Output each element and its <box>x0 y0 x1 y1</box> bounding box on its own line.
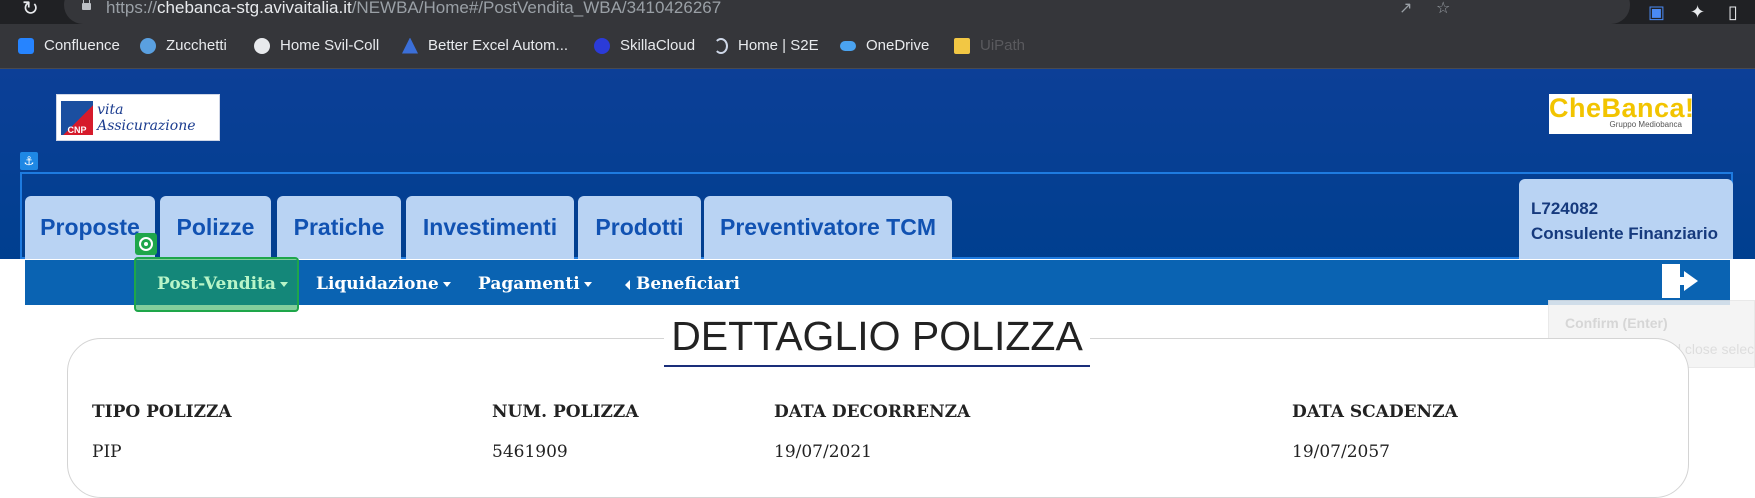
field-value-data-decorrenza: 19/07/2021 <box>774 442 872 462</box>
menu-label: Beneficiari <box>636 274 740 294</box>
bookmark-confluence[interactable]: Confluence <box>18 37 120 54</box>
tab-prodotti[interactable]: Prodotti <box>578 196 701 259</box>
page-title: DETTAGLIO POLIZZA <box>671 313 1083 359</box>
bookmark-better-excel[interactable]: Better Excel Autom... <box>402 37 568 54</box>
bookmark-label: Zucchetti <box>166 37 227 54</box>
bookmark-star-icon[interactable]: ☆ <box>1436 0 1450 17</box>
bookmark-label: SkillaCloud <box>620 37 696 54</box>
bookmark-skillacloud[interactable]: SkillaCloud <box>594 37 695 54</box>
field-label-tipo-polizza: TIPO POLIZZA <box>92 402 232 422</box>
chebanca-logo: CheBanca! Gruppo Mediobanca <box>1549 93 1695 134</box>
bookmark-home-s2e[interactable]: Home | S2E <box>714 37 819 54</box>
tab-polizze[interactable]: Polizze <box>160 196 271 259</box>
field-value-tipo-polizza: PIP <box>92 442 122 462</box>
menu-beneficiari[interactable]: Beneficiari <box>625 274 740 294</box>
address-bar[interactable]: https://chebanca-stg.avivaitalia.it/NEWB… <box>64 0 1630 24</box>
anchor-icon[interactable]: ⚓ <box>20 152 38 170</box>
tab-pratiche[interactable]: Pratiche <box>277 196 401 259</box>
s2e-icon <box>714 37 728 54</box>
bookmark-label: Better Excel Autom... <box>428 37 569 54</box>
cnp-vita-logo: CNP vita Assicurazione <box>56 94 220 141</box>
tab-label: Proposte <box>40 214 140 240</box>
confluence-icon <box>18 37 34 54</box>
chevron-down-icon <box>442 282 451 287</box>
tooltip-title: Confirm (Enter) <box>1565 315 1668 331</box>
field-label-data-decorrenza: DATA DECORRENZA <box>774 402 971 422</box>
url-text[interactable]: https://chebanca-stg.avivaitalia.it/NEWB… <box>106 0 721 18</box>
share-icon[interactable]: ↗ <box>1399 0 1412 17</box>
globe-icon <box>254 37 270 54</box>
logout-icon[interactable] <box>1660 264 1700 302</box>
tab-label: Prodotti <box>595 214 684 240</box>
field-value-data-scadenza: 19/07/2057 <box>1292 442 1390 462</box>
cnp-logo-mark: CNP <box>61 100 94 135</box>
user-code: L724082 <box>1531 199 1599 218</box>
bookmark-home-svil-coll[interactable]: Home Svil-Coll <box>254 37 379 54</box>
menu-label: Post-Vendita <box>157 274 276 294</box>
reload-icon[interactable]: ↻ <box>22 0 39 20</box>
field-label-num-polizza: NUM. POLIZZA <box>492 402 639 422</box>
bookmark-label: UiPath <box>980 37 1026 54</box>
sidebar-icon[interactable]: ▯ <box>1728 2 1738 23</box>
bookmark-label: OneDrive <box>866 37 930 54</box>
menu-label: Pagamenti <box>478 274 580 294</box>
user-info[interactable]: L724082 Consulente Finanziario <box>1519 179 1733 259</box>
page-title-wrap: DETTAGLIO POLIZZA <box>664 310 1090 367</box>
browser-toolbar: ↻ https://chebanca-stg.avivaitalia.it/NE… <box>0 0 1755 24</box>
bookmark-label: Home | S2E <box>738 37 819 54</box>
tab-investimenti[interactable]: Investimenti <box>406 196 574 259</box>
chevron-down-icon <box>583 282 592 287</box>
chebanca-logo-text: CheBanca! <box>1549 93 1695 123</box>
menu-liquidazione[interactable]: Liquidazione <box>316 274 451 294</box>
lock-icon[interactable] <box>82 0 91 10</box>
extensions-puzzle-icon[interactable]: ✦ <box>1690 2 1705 23</box>
bookmark-uipath[interactable]: UiPath <box>954 37 1025 54</box>
logout-arrow <box>1684 271 1698 291</box>
tab-preventivatore-tcm[interactable]: Preventivatore TCM <box>704 196 952 259</box>
zucchetti-icon <box>140 37 156 54</box>
bookmark-label: Home Svil-Coll <box>280 37 380 54</box>
menu-pagamenti[interactable]: Pagamenti <box>478 274 592 294</box>
folder-icon <box>954 37 970 54</box>
user-role: Consulente Finanziario <box>1531 224 1719 243</box>
menu-label: Liquidazione <box>316 274 439 294</box>
title-underline <box>664 365 1090 367</box>
extension-icon[interactable]: ▣ <box>1648 2 1665 23</box>
bookmark-onedrive[interactable]: OneDrive <box>840 37 929 54</box>
field-label-data-scadenza: DATA SCADENZA <box>1292 402 1458 422</box>
bookmark-label: Confluence <box>44 37 120 54</box>
tab-label: Pratiche <box>293 214 385 240</box>
chevron-left-icon <box>625 279 630 290</box>
bookmarks-bar: Confluence Zucchetti Home Svil-Coll Bett… <box>0 24 1755 69</box>
tab-label: Preventivatore TCM <box>719 214 936 240</box>
better-excel-icon <box>402 37 418 54</box>
onedrive-icon <box>840 40 856 51</box>
tab-label: Polizze <box>176 214 255 240</box>
bookmark-zucchetti[interactable]: Zucchetti <box>140 37 227 54</box>
field-value-num-polizza: 5461909 <box>492 442 568 462</box>
menu-post-vendita[interactable]: Post-Vendita <box>157 274 288 294</box>
cnp-logo-text: vita Assicurazione <box>97 101 196 134</box>
target-icon <box>135 233 157 255</box>
tab-label: Investimenti <box>422 214 558 240</box>
chevron-down-icon <box>279 282 288 287</box>
skillacloud-icon <box>594 37 610 54</box>
